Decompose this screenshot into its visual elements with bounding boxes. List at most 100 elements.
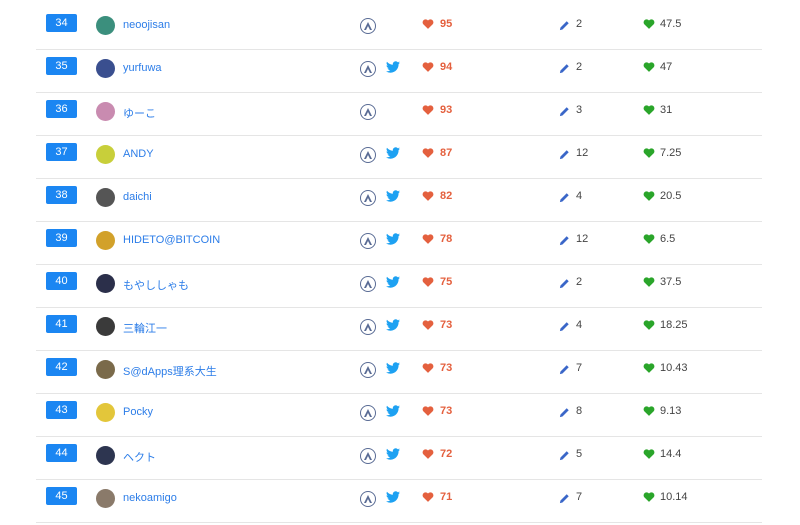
alis-profile-icon[interactable]: [360, 233, 376, 249]
twitter-icon[interactable]: [385, 490, 401, 509]
score-value: 47: [660, 61, 673, 73]
username-link[interactable]: もやししゃも: [123, 277, 189, 293]
user-avatar[interactable]: [96, 188, 115, 207]
alis-profile-icon[interactable]: [360, 147, 376, 163]
heart-icon: [422, 361, 434, 379]
twitter-icon[interactable]: [385, 275, 401, 294]
user-avatar[interactable]: [96, 59, 115, 78]
score-heart-icon: [643, 361, 655, 379]
alis-profile-icon[interactable]: [360, 362, 376, 378]
twitter-icon[interactable]: [385, 447, 401, 466]
likes-count: 82: [440, 190, 453, 202]
score-heart-icon: [643, 189, 655, 207]
score-value: 9.13: [660, 405, 682, 417]
likes-count: 93: [440, 104, 453, 116]
table-row: 37 ANDY 87 12 7.25: [36, 135, 762, 179]
score-value: 31: [660, 104, 673, 116]
score-value: 18.25: [660, 319, 688, 331]
score-heart-icon: [643, 103, 655, 121]
username-link[interactable]: HIDETO@BITCOIN: [123, 234, 220, 246]
username-link[interactable]: ゆーこ: [123, 105, 156, 121]
score-heart-icon: [643, 232, 655, 250]
twitter-icon[interactable]: [385, 146, 401, 165]
score-heart-icon: [643, 275, 655, 293]
username-link[interactable]: ANDY: [123, 148, 154, 160]
pencil-icon: [559, 405, 570, 423]
heart-icon: [422, 17, 434, 35]
username-link[interactable]: ヘクト: [123, 449, 156, 465]
username-link[interactable]: neoojisan: [123, 19, 170, 31]
article-count: 3: [576, 104, 583, 116]
table-row: 36 ゆーこ 93 3 31: [36, 92, 762, 136]
heart-icon: [422, 318, 434, 336]
heart-icon: [422, 404, 434, 422]
table-row: 41 三輪江一 73 4 18.25: [36, 307, 762, 351]
heart-icon: [422, 103, 434, 121]
username-link[interactable]: daichi: [123, 191, 152, 203]
rank-badge: 36: [46, 100, 77, 118]
table-row: 44 ヘクト 72 5 14.4: [36, 436, 762, 480]
twitter-icon[interactable]: [385, 189, 401, 208]
twitter-icon[interactable]: [385, 232, 401, 251]
user-avatar[interactable]: [96, 360, 115, 379]
rank-badge: 38: [46, 186, 77, 204]
user-avatar[interactable]: [96, 274, 115, 293]
rank-badge: 40: [46, 272, 77, 290]
score-value: 47.5: [660, 18, 682, 30]
alis-profile-icon[interactable]: [360, 319, 376, 335]
pencil-icon: [559, 190, 570, 208]
pencil-icon: [559, 319, 570, 337]
heart-icon: [422, 146, 434, 164]
username-link[interactable]: S@dApps理系大生: [123, 363, 217, 379]
rank-badge: 42: [46, 358, 77, 376]
pencil-icon: [559, 362, 570, 380]
user-avatar[interactable]: [96, 145, 115, 164]
heart-icon: [422, 490, 434, 508]
twitter-icon[interactable]: [385, 361, 401, 380]
pencil-icon: [559, 61, 570, 79]
user-avatar[interactable]: [96, 446, 115, 465]
article-count: 4: [576, 319, 583, 331]
score-heart-icon: [643, 17, 655, 35]
alis-profile-icon[interactable]: [360, 491, 376, 507]
pencil-icon: [559, 104, 570, 122]
user-avatar[interactable]: [96, 489, 115, 508]
table-row: 38 daichi 82 4 20.5: [36, 178, 762, 222]
username-link[interactable]: 三輪江一: [123, 320, 167, 336]
table-row: 35 yurfuwa 94 2 47: [36, 49, 762, 93]
score-heart-icon: [643, 318, 655, 336]
username-link[interactable]: yurfuwa: [123, 62, 162, 74]
user-avatar[interactable]: [96, 231, 115, 250]
article-count: 12: [576, 233, 589, 245]
score-value: 37.5: [660, 276, 682, 288]
username-link[interactable]: Pocky: [123, 406, 153, 418]
alis-profile-icon[interactable]: [360, 190, 376, 206]
article-count: 5: [576, 448, 583, 460]
rank-badge: 34: [46, 14, 77, 32]
rank-badge: 39: [46, 229, 77, 247]
likes-count: 73: [440, 405, 453, 417]
score-value: 7.25: [660, 147, 682, 159]
alis-profile-icon[interactable]: [360, 61, 376, 77]
user-avatar[interactable]: [96, 403, 115, 422]
table-row: 45 nekoamigo 71 7 10.14: [36, 479, 762, 523]
score-value: 20.5: [660, 190, 682, 202]
alis-profile-icon[interactable]: [360, 405, 376, 421]
alis-profile-icon[interactable]: [360, 104, 376, 120]
likes-count: 72: [440, 448, 453, 460]
twitter-icon[interactable]: [385, 318, 401, 337]
alis-profile-icon[interactable]: [360, 448, 376, 464]
rank-badge: 45: [46, 487, 77, 505]
alis-profile-icon[interactable]: [360, 18, 376, 34]
user-avatar[interactable]: [96, 16, 115, 35]
username-link[interactable]: nekoamigo: [123, 492, 177, 504]
article-count: 4: [576, 190, 583, 202]
pencil-icon: [559, 147, 570, 165]
alis-profile-icon[interactable]: [360, 276, 376, 292]
user-avatar[interactable]: [96, 102, 115, 121]
twitter-icon[interactable]: [385, 60, 401, 79]
ranking-table: 34 neoojisan 95 2 47.5 35 yurfuwa 94 2 47 36 ゆーこ 93 3…: [0, 0, 800, 525]
twitter-icon[interactable]: [385, 404, 401, 423]
pencil-icon: [559, 448, 570, 466]
user-avatar[interactable]: [96, 317, 115, 336]
